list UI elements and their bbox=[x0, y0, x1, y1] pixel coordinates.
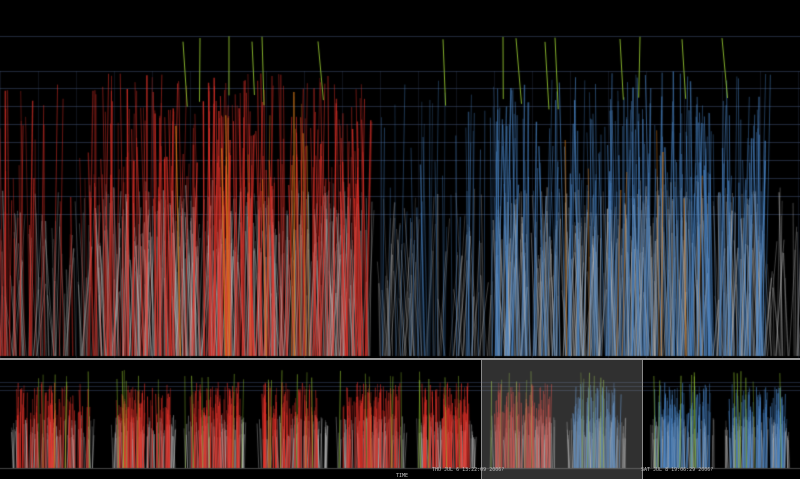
time-range-end-label: SAT JUL 8 19:06:29 2006? bbox=[641, 467, 714, 473]
main-trace-view[interactable] bbox=[0, 0, 800, 358]
time-axis-title: TIME bbox=[396, 473, 409, 479]
timeline-visualization: TIME THU JUL 6 13:22:09 2006? SAT JUL 8 … bbox=[0, 0, 800, 479]
overview-timeline[interactable] bbox=[0, 360, 800, 479]
time-range-start-label: THU JUL 6 13:22:09 2006? bbox=[432, 467, 505, 473]
time-range-brush[interactable] bbox=[481, 360, 643, 479]
